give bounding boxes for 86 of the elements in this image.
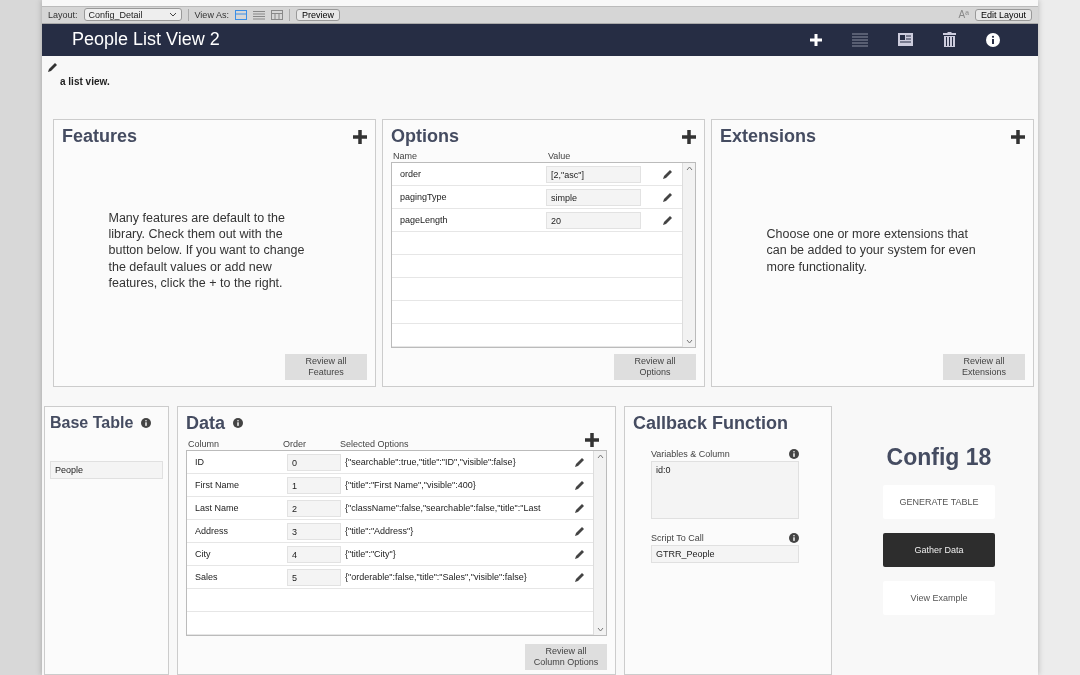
trash-icon[interactable] [943, 32, 956, 48]
value-field[interactable]: 20 [546, 211, 641, 229]
action-button[interactable]: View Example [883, 581, 995, 615]
value-field[interactable]: simple [546, 188, 641, 206]
column-header: Name [393, 151, 418, 161]
table-cell-text: pageLength [400, 215, 449, 225]
config-title: Config 18 [886, 444, 992, 471]
pencil-icon[interactable] [575, 480, 585, 490]
review-button[interactable]: Review all Extensions [943, 354, 1025, 380]
info-icon[interactable] [789, 449, 799, 459]
table-cell-text: ID [195, 457, 205, 467]
order-field[interactable]: 1 [287, 476, 341, 494]
table-cell-text: First Name [195, 480, 240, 490]
scroll-up-icon[interactable] [596, 454, 604, 459]
order-field[interactable]: 4 [287, 545, 341, 563]
table-cell-text: Sales [195, 572, 219, 582]
panel-title: Base Table [50, 414, 134, 432]
info-icon[interactable] [986, 32, 1000, 47]
review-button[interactable]: Review all Options [614, 354, 696, 380]
field-label: Variables & Column [651, 449, 730, 459]
table-cell-text: Address [195, 526, 230, 536]
column-header: Value [548, 151, 571, 161]
scroll-down-icon[interactable] [596, 627, 604, 632]
table-cell-text: {"className":false,"searchable":false,"title":"Last [345, 503, 542, 513]
add-icon[interactable] [353, 129, 367, 144]
order-field[interactable]: 0 [287, 453, 341, 471]
pencil-icon[interactable] [575, 457, 585, 467]
description-text: a list view. [60, 75, 111, 87]
pencil-icon[interactable] [575, 572, 585, 582]
table-cell-text: order [400, 169, 422, 179]
page-title: People List View 2 [72, 29, 220, 51]
table-cell-text: pagingType [400, 192, 448, 202]
scrollbar[interactable] [593, 451, 606, 635]
add-icon[interactable] [585, 433, 599, 447]
action-button[interactable]: Gather Data [883, 533, 995, 567]
column-header: Column [188, 438, 220, 449]
extensions-text: Choose one or more extensions that can be added to your system for even more functionality. [766, 226, 977, 275]
pencil-icon[interactable] [663, 215, 673, 225]
order-field[interactable]: 3 [287, 522, 341, 540]
panel-title: Data [186, 412, 225, 434]
edit-layout-button[interactable]: Edit Layout [974, 8, 1032, 21]
field-label: Script To Call [651, 533, 704, 543]
table-cell-text: Last Name [195, 503, 240, 513]
review-button[interactable]: Review all Features [285, 354, 367, 380]
column-header: Order [283, 438, 307, 449]
pencil-icon[interactable] [575, 549, 585, 559]
info-icon[interactable] [789, 533, 799, 543]
order-field[interactable]: 5 [287, 568, 341, 586]
view-as-label: View As: [194, 9, 229, 20]
column-header: Selected Options [340, 438, 409, 449]
action-button[interactable]: GENERATE TABLE [883, 485, 995, 519]
table-cell-text: {"orderable":false,"title":"Sales","visible":false} [345, 572, 528, 582]
features-text: Many features are default to the library. Check them out with the button below. If you want to change the default values or add new features, click the + to the right. [108, 209, 306, 292]
scroll-down-icon[interactable] [685, 339, 693, 344]
scrollbar[interactable] [682, 163, 695, 347]
variables-field[interactable]: id:0 [651, 461, 799, 519]
preview-button[interactable]: Preview [295, 8, 340, 21]
caret-icon [168, 11, 177, 18]
panel-title: Callback Function [633, 412, 789, 434]
pencil-icon[interactable] [48, 61, 58, 72]
panel-title: Features [62, 126, 138, 147]
order-field[interactable]: 2 [287, 499, 341, 517]
card-icon[interactable] [898, 33, 913, 47]
add-icon[interactable] [1011, 129, 1025, 144]
table-cell-text: {"searchable":true,"title":"ID","visible":false} [345, 457, 517, 467]
pencil-icon[interactable] [575, 503, 585, 513]
table-cell-text: {"title":"First Name","visible":400} [345, 480, 477, 490]
layout-select[interactable]: Config_Detail [83, 8, 182, 22]
table-cell-text: City [195, 549, 212, 559]
panel-title: Extensions [720, 126, 817, 147]
table-cell-text: {"title":"Address"} [345, 526, 415, 536]
add-icon[interactable] [810, 33, 822, 46]
info-icon[interactable] [141, 418, 152, 428]
pencil-icon[interactable] [663, 192, 673, 202]
value-field[interactable]: [2,"asc"] [546, 165, 641, 183]
script-field[interactable]: GTRR_People [651, 545, 799, 563]
info-icon[interactable] [233, 418, 243, 428]
pencil-icon[interactable] [575, 526, 585, 536]
pencil-icon[interactable] [663, 169, 673, 179]
panel-title: Options [391, 126, 459, 147]
base-table-field[interactable]: People [50, 461, 163, 479]
review-button[interactable]: Review all Column Options [525, 644, 607, 670]
layout-label: Layout: [48, 9, 78, 20]
add-icon[interactable] [682, 129, 696, 144]
scroll-up-icon[interactable] [685, 166, 693, 171]
table-cell-text: {"title":"City"} [345, 549, 397, 559]
